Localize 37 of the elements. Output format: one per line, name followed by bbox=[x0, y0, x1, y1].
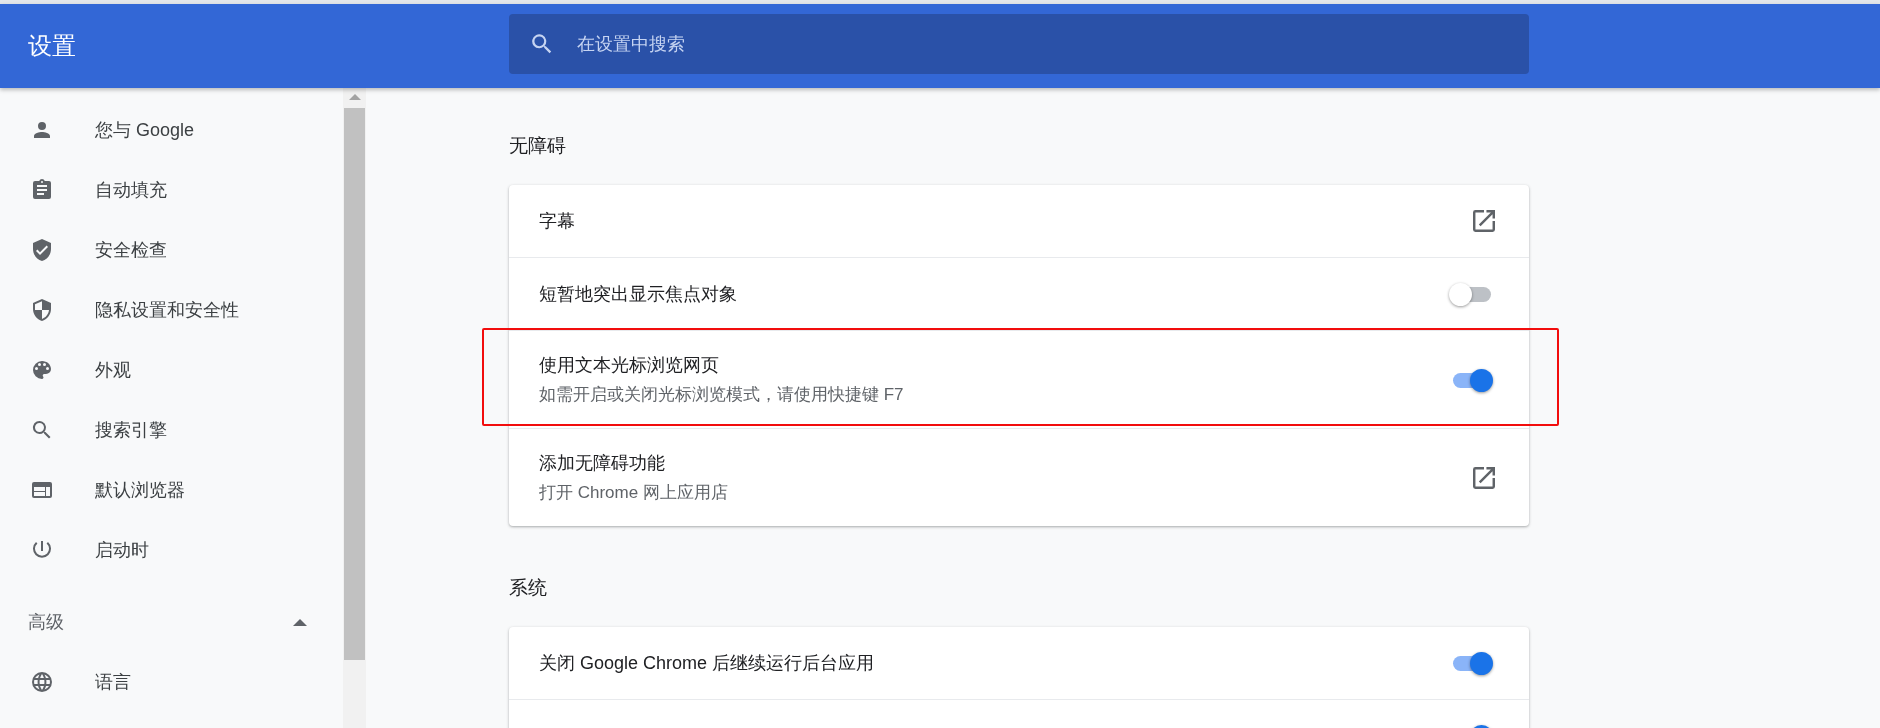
settings-row[interactable]: 使用文本光标浏览网页 如需开启或关闭光标浏览模式，请使用快捷键 F7 bbox=[509, 330, 1529, 428]
settings-row[interactable]: 字幕 bbox=[509, 185, 1529, 257]
setting-label: 短暂地突出显示焦点对象 bbox=[539, 283, 737, 306]
setting-description: 打开 Chrome 网上应用店 bbox=[539, 482, 728, 504]
section-title: 系统 bbox=[509, 576, 548, 600]
sidebar-item[interactable]: 启动时 bbox=[0, 520, 343, 580]
setting-label: 关闭 Google Chrome 后继续运行后台应用 bbox=[539, 652, 875, 675]
section-title: 无障碍 bbox=[509, 134, 567, 158]
sidebar-item[interactable]: 安全检查 bbox=[0, 220, 343, 280]
sidebar-item[interactable]: 自动填充 bbox=[0, 160, 343, 220]
shield-check-icon bbox=[30, 238, 54, 262]
settings-row[interactable]: 关闭 Google Chrome 后继续运行后台应用 bbox=[509, 627, 1529, 699]
page-title: 设置 bbox=[27, 31, 77, 61]
search-field[interactable]: 在设置中搜索 bbox=[509, 14, 1529, 74]
shield-icon bbox=[30, 298, 54, 322]
scrollbar-thumb[interactable] bbox=[344, 108, 365, 660]
sidebar-item[interactable]: 隐私设置和安全性 bbox=[0, 280, 343, 340]
sidebar-item[interactable]: 您与 Google bbox=[0, 100, 343, 160]
sidebar-item[interactable]: 外观 bbox=[0, 340, 343, 400]
clipboard-icon bbox=[30, 178, 54, 202]
sidebar-item[interactable]: 搜索引擎 bbox=[0, 400, 343, 460]
toggle-switch[interactable] bbox=[1449, 282, 1493, 306]
external-link-icon[interactable] bbox=[1473, 210, 1495, 232]
sidebar-item[interactable]: 语言 bbox=[0, 652, 343, 712]
section-toggle-label[interactable]: 高级 bbox=[28, 610, 64, 634]
caret-icon[interactable] bbox=[293, 618, 307, 626]
setting-label: 使用文本光标浏览网页 bbox=[539, 354, 720, 377]
globe-icon bbox=[30, 670, 54, 694]
sidebar-item[interactable]: 默认浏览器 bbox=[0, 460, 343, 520]
scrollbar[interactable] bbox=[343, 88, 366, 728]
external-link-icon[interactable] bbox=[1473, 466, 1495, 489]
setting-label: 添加无障碍功能 bbox=[539, 452, 666, 475]
settings-row[interactable]: 短暂地突出显示焦点对象 bbox=[509, 257, 1529, 330]
palette-icon bbox=[30, 358, 54, 382]
setting-description: 如需开启或关闭光标浏览模式，请使用快捷键 F7 bbox=[539, 384, 904, 406]
setting-label: 字幕 bbox=[539, 210, 575, 233]
settings-row[interactable]: 添加无障碍功能 打开 Chrome 网上应用店 bbox=[509, 428, 1529, 526]
